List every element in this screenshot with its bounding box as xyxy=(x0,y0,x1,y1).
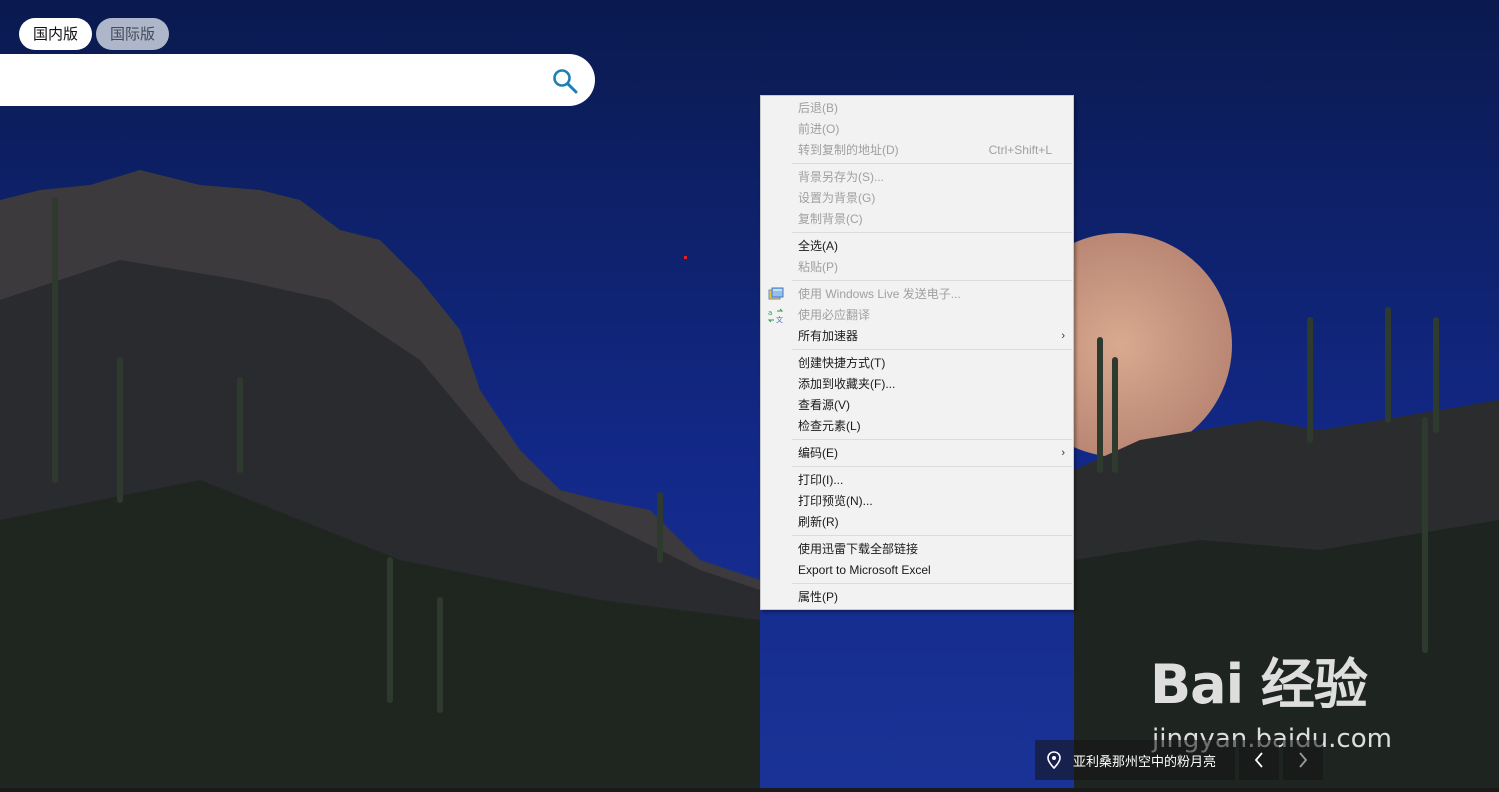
next-image-button[interactable] xyxy=(1283,740,1323,780)
menu-item-print[interactable]: 打印(I)... xyxy=(761,470,1073,491)
menu-item-label: 属性(P) xyxy=(798,590,838,604)
cursor-dot xyxy=(684,256,687,259)
menu-separator xyxy=(792,232,1072,233)
menu-item-label: 前进(O) xyxy=(798,122,840,136)
windows-live-icon xyxy=(768,287,784,300)
menu-item-label: 后退(B) xyxy=(798,101,838,115)
menu-item-label: 查看源(V) xyxy=(798,398,850,412)
bing-translate-icon: a 文 xyxy=(768,308,784,323)
previous-image-button[interactable] xyxy=(1239,740,1279,780)
menu-item-back[interactable]: 后退(B) xyxy=(761,98,1073,119)
tab-domestic[interactable]: 国内版 xyxy=(19,18,93,50)
menu-item-print-preview[interactable]: 打印预览(N)... xyxy=(761,491,1073,512)
menu-item-label: 背景另存为(S)... xyxy=(798,170,884,184)
menu-separator xyxy=(792,466,1072,467)
menu-item-save-background[interactable]: 背景另存为(S)... xyxy=(761,167,1073,188)
menu-item-add-to-favorites[interactable]: 添加到收藏夹(F)... xyxy=(761,374,1073,395)
menu-item-export-excel[interactable]: Export to Microsoft Excel xyxy=(761,560,1073,581)
svg-text:文: 文 xyxy=(776,315,783,323)
menu-item-label: 检查元素(L) xyxy=(798,419,861,433)
menu-item-label: 使用 Windows Live 发送电子... xyxy=(798,287,961,301)
menu-item-label: 添加到收藏夹(F)... xyxy=(798,377,896,391)
chevron-right-icon: › xyxy=(1061,447,1065,459)
menu-item-label: 刷新(R) xyxy=(798,515,839,529)
menu-item-set-background[interactable]: 设置为背景(G) xyxy=(761,188,1073,209)
shortcut-label: Ctrl+Shift+L xyxy=(988,143,1052,157)
menu-item-label: 所有加速器 xyxy=(798,329,859,343)
menu-item-inspect-element[interactable]: 检查元素(L) xyxy=(761,416,1073,437)
image-caption[interactable]: 亚利桑那州空中的粉月亮 xyxy=(1035,740,1235,780)
menu-item-view-source[interactable]: 查看源(V) xyxy=(761,395,1073,416)
menu-item-bing-translate[interactable]: a 文 使用必应翻译 xyxy=(761,305,1073,326)
menu-separator xyxy=(792,280,1072,281)
menu-item-copy-background[interactable]: 复制背景(C) xyxy=(761,209,1073,230)
search-box xyxy=(0,54,595,106)
menu-item-thunder-download-all[interactable]: 使用迅雷下载全部链接 xyxy=(761,539,1073,560)
menu-item-label: 打印预览(N)... xyxy=(798,494,873,508)
watermark-logo: Bai 经验 xyxy=(1150,653,1368,716)
menu-item-label: 使用必应翻译 xyxy=(798,308,871,322)
menu-item-create-shortcut[interactable]: 创建快捷方式(T) xyxy=(761,353,1073,374)
search-icon[interactable] xyxy=(552,68,578,94)
menu-separator xyxy=(792,535,1072,536)
menu-item-refresh[interactable]: 刷新(R) xyxy=(761,512,1073,533)
menu-item-label: 创建快捷方式(T) xyxy=(798,356,886,370)
menu-item-label: 使用迅雷下载全部链接 xyxy=(798,542,919,556)
menu-item-windows-live-send[interactable]: 使用 Windows Live 发送电子... xyxy=(761,284,1073,305)
menu-item-label: 复制背景(C) xyxy=(798,212,863,226)
menu-separator xyxy=(792,349,1072,350)
menu-item-label: 设置为背景(G) xyxy=(798,191,876,205)
menu-separator xyxy=(792,439,1072,440)
menu-item-paste[interactable]: 粘贴(P) xyxy=(761,257,1073,278)
location-pin-icon xyxy=(1047,751,1061,769)
menu-item-label: 编码(E) xyxy=(798,446,838,460)
search-input[interactable] xyxy=(14,64,538,98)
menu-separator xyxy=(792,163,1072,164)
menu-item-label: 打印(I)... xyxy=(798,473,844,487)
chevron-left-icon xyxy=(1254,752,1263,768)
menu-separator xyxy=(792,583,1072,584)
menu-item-forward[interactable]: 前进(O) xyxy=(761,119,1073,140)
menu-item-go-to-copied-address[interactable]: 转到复制的地址(D) Ctrl+Shift+L xyxy=(761,140,1073,161)
menu-item-label: 全选(A) xyxy=(798,239,838,253)
chevron-right-icon xyxy=(1299,752,1308,768)
region-tabs: 国内版 国际版 xyxy=(19,18,170,50)
bottom-bar xyxy=(0,788,1499,792)
menu-item-select-all[interactable]: 全选(A) xyxy=(761,236,1073,257)
context-menu: 后退(B) 前进(O) 转到复制的地址(D) Ctrl+Shift+L 背景另存为… xyxy=(760,95,1074,610)
menu-item-label: 转到复制的地址(D) xyxy=(798,143,899,157)
menu-item-encoding[interactable]: 编码(E) › xyxy=(761,443,1073,464)
menu-item-label: 粘贴(P) xyxy=(798,260,838,274)
chevron-right-icon: › xyxy=(1061,330,1065,342)
tab-international[interactable]: 国际版 xyxy=(96,18,170,50)
menu-item-all-accelerators[interactable]: 所有加速器 › xyxy=(761,326,1073,347)
svg-text:a: a xyxy=(768,309,772,317)
caption-text: 亚利桑那州空中的粉月亮 xyxy=(1073,754,1217,770)
menu-item-label: Export to Microsoft Excel xyxy=(798,563,931,577)
menu-item-properties[interactable]: 属性(P) xyxy=(761,587,1073,608)
